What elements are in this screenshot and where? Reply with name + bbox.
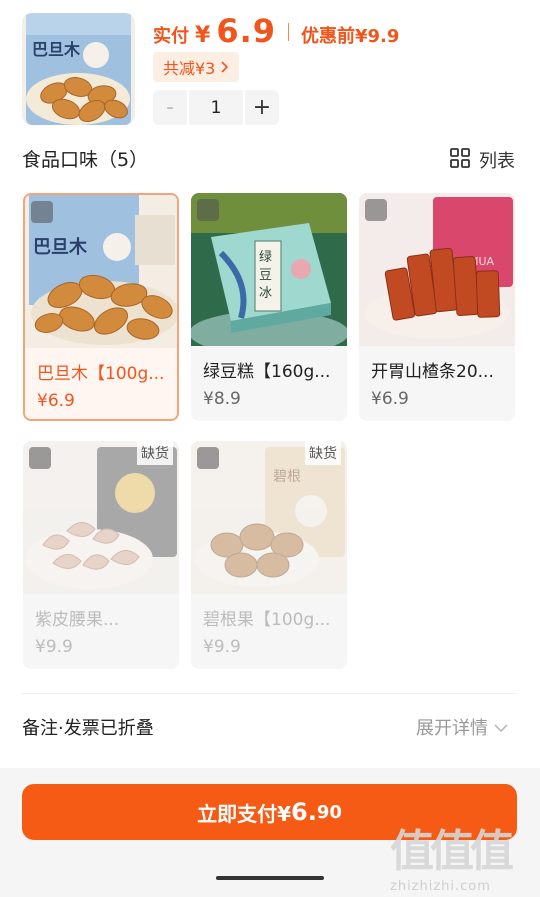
list-view-label: 列表 (479, 151, 515, 172)
svg-text:巴旦木: 巴旦木 (33, 236, 88, 258)
zoom-icon[interactable] (197, 199, 219, 221)
site-watermark: 值值值 zhizhizhi.com (390, 815, 525, 895)
section-divider (22, 693, 516, 694)
quantity-stepper: - 1 + (153, 90, 279, 125)
home-indicator[interactable] (216, 876, 324, 880)
decrease-button[interactable]: - (153, 90, 187, 125)
chevron-right-icon (221, 58, 229, 77)
flavor-card-pecan[interactable]: 碧根 缺货 碧根果【100g... ¥9.9 (191, 441, 347, 669)
flavor-card-cashew[interactable]: 缺货 紫皮腰果... ¥9.9 (23, 441, 179, 669)
expand-details-button[interactable]: 展开详情 (416, 714, 508, 740)
chevron-down-icon (494, 717, 508, 738)
svg-text:豆: 豆 (259, 268, 272, 283)
price-summary: 实付 ¥ 6.9 优惠前¥9.9 (153, 12, 399, 52)
pay-now-label: 立即支付¥ (197, 801, 292, 826)
pay-amount-decimal: 90 (316, 801, 342, 823)
watermark-url: zhizhizhi.com (390, 879, 491, 894)
flavor-card-price: ¥8.9 (203, 389, 241, 409)
zoom-icon[interactable] (197, 447, 219, 469)
currency-symbol: ¥ (195, 23, 211, 48)
pay-amount-integer: 6. (291, 798, 317, 826)
list-view-toggle[interactable]: 列表 (450, 147, 515, 173)
zoom-icon[interactable] (29, 447, 51, 469)
flavor-card-price: ¥6.9 (371, 389, 409, 409)
original-price: 优惠前¥9.9 (301, 26, 400, 47)
discount-badge[interactable]: 共减¥3 (153, 52, 240, 82)
svg-text:碧根: 碧根 (273, 469, 301, 485)
price-separator (288, 23, 289, 41)
product-thumbnail[interactable]: 巴旦木 (22, 13, 135, 125)
flavor-card-almond[interactable]: 巴旦木 巴旦木【100g... ¥6.9 (23, 193, 179, 421)
svg-text:绿: 绿 (259, 250, 272, 265)
flavor-card-hawthorn[interactable]: MUA 开胃山楂条20... ¥6.9 (359, 193, 515, 421)
discount-text: 共减¥3 (163, 59, 216, 78)
flavor-section-title: 食品口味（5） (22, 149, 149, 171)
note-invoice-label: 备注·发票已折叠 (22, 718, 154, 739)
flavor-card-mung-bean-cake[interactable]: 绿 豆 冰 绿豆糕【160g... ¥8.9 (191, 193, 347, 421)
svg-text:冰: 冰 (259, 286, 272, 301)
flavor-card-title: 开胃山楂条20... (371, 362, 494, 382)
actual-price: 6.9 (216, 12, 276, 50)
flavor-card-title: 绿豆糕【160g... (203, 362, 331, 382)
flavor-card-title: 巴旦木【100g... (37, 364, 165, 384)
svg-text:巴旦木: 巴旦木 (32, 40, 81, 59)
flavor-card-title: 紫皮腰果... (35, 610, 120, 630)
flavor-card-price: ¥9.9 (35, 637, 73, 657)
watermark-logo-text: 值值值 (390, 826, 514, 877)
flavor-card-price: ¥9.9 (203, 637, 241, 657)
increase-button[interactable]: + (245, 90, 279, 125)
out-of-stock-badge: 缺货 (305, 441, 341, 465)
zoom-icon[interactable] (365, 199, 387, 221)
grid-icon (450, 147, 470, 173)
actual-pay-label: 实付 (153, 26, 189, 47)
out-of-stock-badge: 缺货 (137, 441, 173, 465)
zoom-icon[interactable] (31, 201, 53, 223)
flavor-card-title: 碧根果【100g... (203, 610, 331, 630)
expand-details-label: 展开详情 (416, 718, 488, 739)
flavor-card-price: ¥6.9 (37, 391, 75, 411)
quantity-value[interactable]: 1 (189, 90, 243, 125)
